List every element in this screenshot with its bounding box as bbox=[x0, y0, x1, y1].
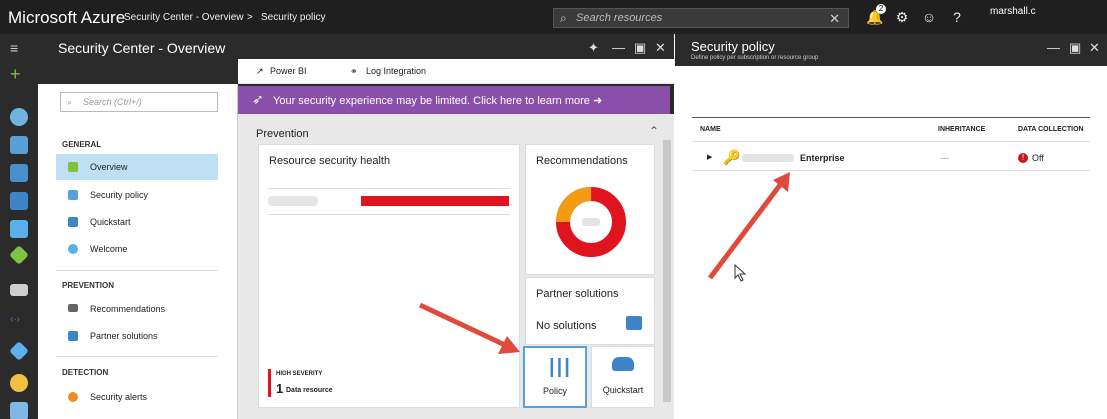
arrow-to-enterprise-row bbox=[708, 183, 782, 280]
arrow-to-policy-tile bbox=[418, 302, 507, 348]
annotation-arrows bbox=[418, 172, 790, 354]
